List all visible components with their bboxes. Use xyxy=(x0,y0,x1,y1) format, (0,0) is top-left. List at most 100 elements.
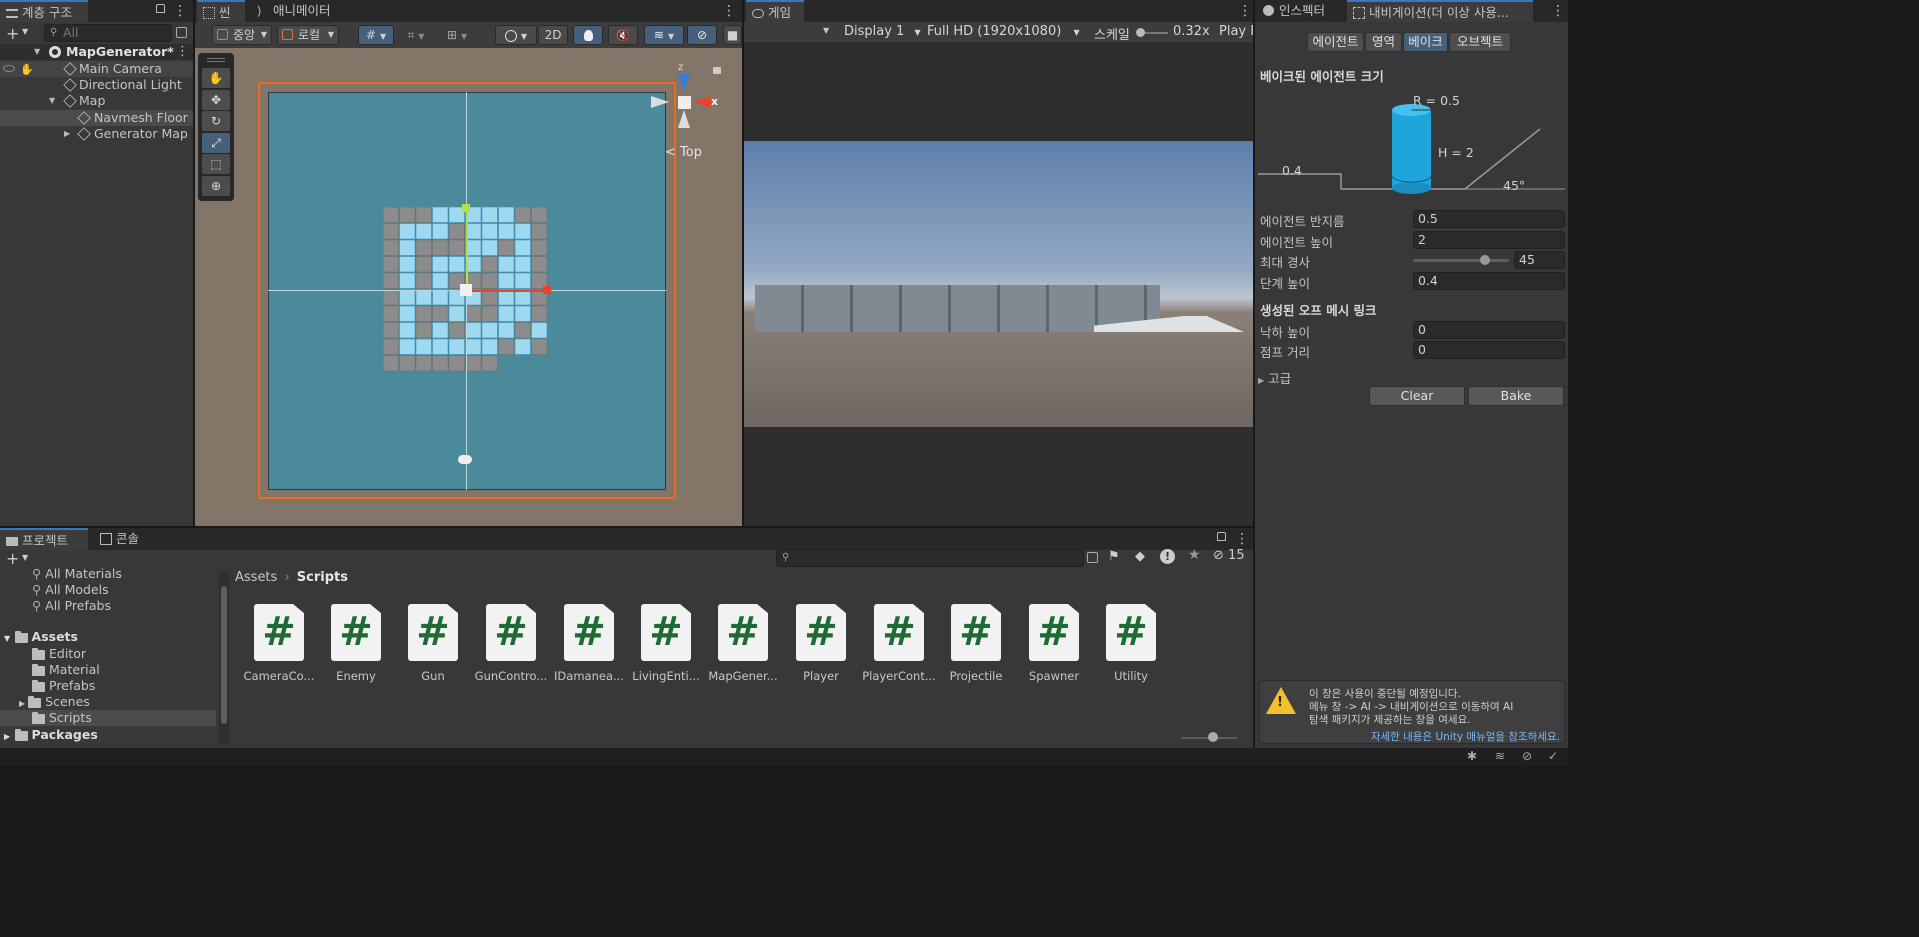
scale-handle-x[interactable] xyxy=(543,286,551,294)
lock-icon[interactable] xyxy=(156,4,165,13)
resolution-dropdown[interactable]: Full HD (1920x1080) ▼ xyxy=(927,22,1080,42)
tab-console[interactable]: 콘솔 xyxy=(94,528,154,550)
display-dropdown[interactable]: Display 1 ▼ xyxy=(844,22,921,42)
hierarchy-item-directional-light[interactable]: Directional Light xyxy=(0,77,193,93)
tab-scene[interactable]: 씬 xyxy=(197,0,245,22)
tab-navigation[interactable]: 내비게이션(더 이상 사용... xyxy=(1347,0,1533,22)
script-asset[interactable]: # Utility xyxy=(1093,604,1169,683)
progress-icon[interactable]: ⊘ xyxy=(1522,749,1532,763)
grid-snap-toggle[interactable]: # ▼ xyxy=(358,25,394,45)
subtab-agents[interactable]: 에이전트 xyxy=(1307,32,1364,52)
rect-tool-button[interactable]: ⬚ xyxy=(202,154,230,174)
increment-snap-toggle[interactable]: ⌗ ▼ xyxy=(398,25,434,45)
rotate-tool-button[interactable]: ↻ xyxy=(202,111,230,131)
agent-height-field[interactable]: 2 xyxy=(1413,231,1565,249)
folder-prefabs[interactable]: Prefabs xyxy=(32,678,95,693)
tool-palette-grip[interactable] xyxy=(207,58,225,62)
script-asset[interactable]: # CameraCo... xyxy=(241,604,317,683)
scale-tool-button[interactable]: ⤢ xyxy=(202,133,230,153)
check-icon[interactable]: ✓ xyxy=(1548,749,1558,763)
scene-menu-icon[interactable]: ⋮ xyxy=(176,44,189,60)
audio-toggle[interactable]: 🔇 xyxy=(608,25,638,45)
script-asset[interactable]: # Spawner xyxy=(1016,604,1092,683)
folder-assets[interactable]: ▼ Assets xyxy=(4,629,78,644)
search-options-icon[interactable] xyxy=(176,27,187,38)
effects-dropdown[interactable]: ≋ ▼ xyxy=(644,25,684,45)
lighting-toggle[interactable] xyxy=(573,25,603,45)
debug-icon[interactable]: ✱ xyxy=(1467,749,1477,763)
view-label-top[interactable]: < Top xyxy=(665,145,702,160)
layers-icon[interactable]: ≋ xyxy=(1495,749,1505,763)
filter-by-type-icon[interactable]: ⚑ xyxy=(1108,549,1120,564)
expand-arrow-icon[interactable]: ▼ xyxy=(49,93,55,109)
script-asset[interactable]: # IDamanea... xyxy=(551,604,627,683)
folder-editor[interactable]: Editor xyxy=(32,646,86,661)
directional-light-gizmo-icon[interactable] xyxy=(458,455,472,464)
search-log-icon[interactable]: ! xyxy=(1160,549,1175,564)
folder-material[interactable]: Material xyxy=(32,662,100,677)
project-search-input[interactable]: ⚲ xyxy=(776,549,1084,567)
hidden-packages-toggle[interactable]: ⊘ 15 xyxy=(1213,548,1245,563)
draw-mode-dropdown[interactable]: ▼ xyxy=(495,25,537,45)
tab-hierarchy[interactable]: 계층 구조 xyxy=(0,0,88,22)
script-asset[interactable]: # PlayerCont... xyxy=(861,604,937,683)
hierarchy-search-input[interactable]: ⚲ All xyxy=(44,24,172,42)
toggle-2d-button[interactable]: 2D xyxy=(538,25,568,45)
collapse-arrow-icon[interactable]: ▶ xyxy=(64,126,70,142)
script-asset[interactable]: # Projectile xyxy=(938,604,1014,683)
hierarchy-item-map[interactable]: ▼ Map xyxy=(0,93,193,109)
agent-radius-field[interactable]: 0.5 xyxy=(1413,210,1565,228)
search-by-type-icon[interactable] xyxy=(1087,552,1098,563)
jump-distance-field[interactable]: 0 xyxy=(1413,341,1565,359)
project-menu-icon[interactable]: ⋮ xyxy=(1235,531,1249,547)
folder-scripts[interactable]: Scripts xyxy=(0,710,216,726)
favorite-all-models[interactable]: ⚲ All Models xyxy=(32,582,109,597)
pivot-dropdown[interactable]: 중앙 ▼ xyxy=(212,25,272,45)
icon-size-slider-thumb[interactable] xyxy=(1208,732,1218,742)
script-asset[interactable]: # LivingEnti... xyxy=(628,604,704,683)
align-snap-toggle[interactable]: ⊞ ▼ xyxy=(440,25,474,45)
filter-by-label-icon[interactable]: ◆ xyxy=(1135,549,1145,564)
breadcrumb-assets[interactable]: Assets xyxy=(235,570,277,585)
scrollbar-thumb[interactable] xyxy=(221,586,227,724)
subtab-object[interactable]: 오브젝트 xyxy=(1449,32,1511,52)
favorite-all-prefabs[interactable]: ⚲ All Prefabs xyxy=(32,598,111,613)
folder-packages[interactable]: ▶ Packages xyxy=(4,727,98,742)
pickable-hand-icon[interactable]: ✋ xyxy=(20,62,34,78)
tab-game[interactable]: 게임 xyxy=(746,0,804,22)
bake-button[interactable]: Bake xyxy=(1468,386,1564,406)
scale-handle-center[interactable] xyxy=(460,284,472,296)
scale-handle-y[interactable] xyxy=(462,204,470,212)
script-asset[interactable]: # Enemy xyxy=(318,604,394,683)
script-asset[interactable]: # MapGener... xyxy=(705,604,781,683)
max-slope-field[interactable]: 45 xyxy=(1514,251,1565,269)
tab-inspector[interactable]: 인스펙터 xyxy=(1257,0,1345,22)
orientation-gizmo[interactable]: z x xyxy=(651,62,723,134)
hierarchy-scene-root[interactable]: ▼ MapGenerator* ⋮ xyxy=(0,44,193,60)
inspector-menu-icon[interactable]: ⋮ xyxy=(1551,3,1565,19)
hierarchy-item-navmesh-floor[interactable]: Navmesh Floor xyxy=(0,110,193,126)
hand-tool-button[interactable]: ✋ xyxy=(202,68,230,88)
tab-animator[interactable]: ⟩ 애니메이터 xyxy=(251,0,341,22)
game-menu-icon[interactable]: ⋮ xyxy=(1238,3,1252,19)
play-focused-dropdown[interactable]: Play F xyxy=(1219,24,1253,39)
clear-button[interactable]: Clear xyxy=(1369,386,1465,406)
hierarchy-item-generator-map[interactable]: ▶ Generator Map xyxy=(0,126,193,142)
hierarchy-menu-icon[interactable]: ⋮ xyxy=(173,3,187,19)
drop-height-field[interactable]: 0 xyxy=(1413,321,1565,339)
game-view-dropdown-icon[interactable]: ▼ xyxy=(823,26,829,35)
script-asset[interactable]: # Player xyxy=(783,604,859,683)
max-slope-slider-track[interactable] xyxy=(1413,259,1509,262)
scale-slider-thumb[interactable] xyxy=(1136,28,1145,37)
breadcrumb-scripts[interactable]: Scripts xyxy=(297,570,348,585)
subtab-areas[interactable]: 영역 xyxy=(1365,32,1402,52)
script-asset[interactable]: # GunContro... xyxy=(473,604,549,683)
unity-manual-link[interactable]: 자세한 내용은 Unity 매뉴얼을 참조하세요. xyxy=(1371,729,1560,744)
folder-scenes[interactable]: ▶ Scenes xyxy=(19,694,90,709)
visibility-eye-icon[interactable] xyxy=(3,65,15,72)
tab-project[interactable]: 프로젝트 xyxy=(0,528,88,550)
step-height-field[interactable]: 0.4 xyxy=(1413,272,1565,290)
favorite-all-materials[interactable]: ⚲ All Materials xyxy=(32,566,122,581)
favorites-star-icon[interactable]: ★ xyxy=(1188,547,1201,563)
folder-tree-scrollbar[interactable] xyxy=(219,572,229,744)
